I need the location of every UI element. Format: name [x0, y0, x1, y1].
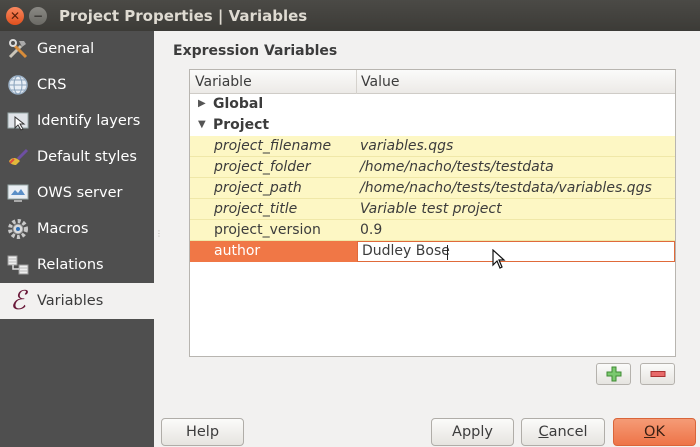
button-label-rest: ancel: [548, 424, 588, 440]
monitor-icon: [5, 181, 31, 205]
button-label: Apply: [452, 424, 493, 440]
collapse-arrow-icon[interactable]: ▼: [198, 119, 206, 130]
add-variable-button[interactable]: [596, 363, 631, 385]
title-bar: ✕ − Project Properties | Variables: [0, 0, 700, 31]
sidebar-item-label: Identify layers: [37, 113, 141, 129]
paintbrush-icon: [5, 145, 31, 169]
variable-name: project_folder: [214, 159, 311, 175]
sidebar-item-general[interactable]: General: [0, 31, 154, 67]
epsilon-icon: ℰ: [10, 286, 26, 316]
table-row[interactable]: project_folder /home/nacho/tests/testdat…: [190, 157, 675, 178]
sidebar-item-variables[interactable]: ℰ Variables: [0, 283, 154, 319]
close-window-button[interactable]: ✕: [6, 6, 24, 25]
group-row-project[interactable]: ▼ Project: [190, 115, 675, 136]
table-row[interactable]: project_version 0.9: [190, 220, 675, 241]
variable-value: variables.qgs: [360, 138, 454, 154]
sidebar: General CRS Identify layers Default styl…: [0, 31, 154, 447]
selected-row-author[interactable]: author Dudley Bose: [190, 241, 675, 269]
splitter-handle[interactable]: ⋮: [155, 230, 163, 242]
minimize-window-button[interactable]: −: [29, 6, 47, 25]
ok-button[interactable]: OK: [613, 418, 696, 446]
sidebar-item-relations[interactable]: Relations: [0, 247, 154, 283]
text-cursor-icon: [492, 248, 506, 273]
variable-value: 0.9: [360, 222, 383, 238]
variable-name: project_path: [214, 180, 302, 196]
close-icon: ✕: [9, 8, 21, 23]
sidebar-item-default-styles[interactable]: Default styles: [0, 139, 154, 175]
sidebar-item-label: General: [37, 41, 95, 57]
plus-icon: [606, 366, 621, 382]
minimize-icon: −: [32, 8, 44, 23]
sidebar-item-identify-layers[interactable]: Identify layers: [0, 103, 154, 139]
sidebar-item-label: OWS server: [37, 185, 123, 201]
tree-header: Variable Value: [190, 70, 675, 94]
mnemonic-c: C: [538, 424, 549, 440]
variable-value-input[interactable]: Dudley Bose: [357, 241, 675, 262]
gear-icon: [5, 217, 31, 241]
text-caret: [447, 245, 448, 260]
button-label: Help: [185, 424, 220, 440]
apply-button[interactable]: Apply: [431, 418, 514, 446]
expand-arrow-icon[interactable]: ▶: [198, 98, 206, 109]
table-row[interactable]: project_title Variable test project: [190, 199, 675, 220]
sidebar-item-crs[interactable]: CRS: [0, 67, 154, 103]
sidebar-item-label: Macros: [37, 221, 89, 237]
window-title: Project Properties | Variables: [59, 6, 308, 25]
sidebar-item-label: Relations: [37, 257, 104, 273]
column-header-variable[interactable]: Variable: [195, 74, 252, 90]
variable-name: project_filename: [214, 138, 332, 154]
globe-icon: [5, 73, 31, 97]
tools-icon: [5, 37, 31, 61]
sidebar-item-ows-server[interactable]: OWS server: [0, 175, 154, 211]
variable-value: /home/nacho/tests/testdata/variables.qgs: [360, 180, 652, 196]
sidebar-item-label: Variables: [37, 293, 104, 309]
variable-name: project_title: [214, 201, 298, 217]
cancel-button[interactable]: Cancel: [521, 418, 605, 446]
table-row[interactable]: project_filename variables.qgs: [190, 136, 675, 157]
button-label: OK: [644, 424, 665, 440]
group-row-global[interactable]: ▶ Global: [190, 94, 675, 115]
remove-variable-button[interactable]: [640, 363, 675, 385]
button-label-rest: K: [655, 424, 665, 440]
group-label: Project: [213, 117, 270, 133]
variables-tree[interactable]: Variable Value ▶ Global ▼ Project projec…: [189, 69, 676, 357]
column-header-value[interactable]: Value: [361, 74, 399, 90]
minus-icon: [650, 371, 665, 377]
table-row[interactable]: project_path /home/nacho/tests/testdata/…: [190, 178, 675, 199]
sidebar-item-label: Default styles: [37, 149, 137, 165]
button-label: Cancel: [538, 424, 587, 440]
variable-name: project_version: [214, 222, 321, 238]
section-title: Expression Variables: [173, 43, 338, 59]
group-label: Global: [213, 96, 264, 112]
sidebar-item-label: CRS: [37, 77, 67, 93]
identify-icon: [5, 109, 31, 133]
relations-icon: [5, 253, 31, 277]
variable-value: Variable test project: [360, 201, 502, 217]
variable-value: /home/nacho/tests/testdata: [360, 159, 554, 175]
input-text: Dudley Bose: [362, 243, 450, 259]
sidebar-item-macros[interactable]: Macros: [0, 211, 154, 247]
variable-name: author: [214, 243, 261, 259]
mnemonic-o: O: [644, 424, 656, 440]
help-button[interactable]: Help: [161, 418, 244, 446]
column-separator[interactable]: [356, 70, 357, 94]
